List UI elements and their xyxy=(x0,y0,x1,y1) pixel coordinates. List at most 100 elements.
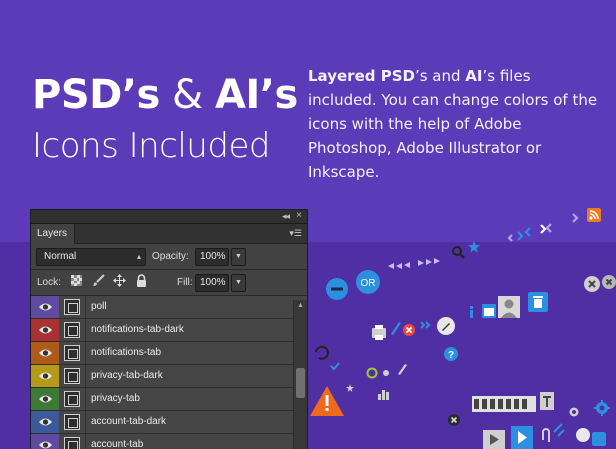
chart-icon xyxy=(378,390,389,400)
edit-icon xyxy=(437,317,455,335)
gear-small-icon xyxy=(569,407,579,417)
svg-text:?: ? xyxy=(448,350,454,361)
layer-name: notifications-tab-dark xyxy=(91,324,184,335)
divider xyxy=(85,296,86,318)
chevron-icons xyxy=(507,213,579,242)
lock-image-pixels-brush-icon[interactable] xyxy=(91,273,105,287)
close-circle-icon xyxy=(584,276,600,292)
gear-icon xyxy=(594,400,610,416)
pencil-icon xyxy=(391,322,401,335)
bag-icon xyxy=(592,432,606,446)
blend-mode-select[interactable]: Normal ▴ xyxy=(36,248,146,266)
layer-thumbnail-icon xyxy=(64,299,80,315)
close-circle-icon xyxy=(602,275,616,289)
layer-name: privacy-tab xyxy=(91,393,140,404)
layer-thumbnail-icon xyxy=(64,391,80,407)
fill-label: Fill: xyxy=(177,277,193,288)
lock-label: Lock: xyxy=(37,277,61,288)
layer-row[interactable]: account-tab xyxy=(31,434,307,449)
star-small-icon xyxy=(346,384,354,392)
divider xyxy=(85,319,86,341)
layer-name: privacy-tab-dark xyxy=(91,370,163,381)
visibility-eye-icon[interactable] xyxy=(38,301,53,313)
or-badge: OR xyxy=(356,270,380,294)
description-text-1: ’s and xyxy=(414,67,466,85)
divider xyxy=(85,411,86,433)
layer-row[interactable]: notifications-tab-dark xyxy=(31,319,307,342)
panel-tab-bar: Layers ▾☰ xyxy=(31,224,307,244)
headline-ai: AI’s xyxy=(214,72,298,118)
or-badge-label: OR xyxy=(361,278,376,289)
layer-name: poll xyxy=(91,301,107,312)
help-icon: ? xyxy=(444,347,458,361)
text-icon xyxy=(540,392,554,410)
warning-icon xyxy=(310,386,344,416)
blend-row: Normal ▴ Opacity: 100% ▼ xyxy=(31,244,307,269)
description-bold-ai: AI xyxy=(465,67,483,85)
tab-layers[interactable]: Layers xyxy=(31,224,75,244)
visibility-eye-icon[interactable] xyxy=(38,324,53,336)
layer-thumbnail-icon xyxy=(64,414,80,430)
visibility-eye-icon[interactable] xyxy=(38,439,53,449)
visibility-eye-icon[interactable] xyxy=(38,416,53,428)
link-icon xyxy=(553,423,565,437)
blend-mode-value: Normal xyxy=(44,251,77,262)
opacity-field[interactable]: 100% xyxy=(195,248,229,266)
layer-name: notifications-tab xyxy=(91,347,162,358)
minus-circle-icon xyxy=(326,278,348,300)
opacity-value: 100% xyxy=(200,251,226,262)
info-icon xyxy=(470,306,473,318)
close-small-icon xyxy=(403,324,415,336)
lock-all-icon[interactable] xyxy=(134,273,148,287)
fill-value: 100% xyxy=(200,277,226,288)
star-icon xyxy=(468,241,480,253)
rss-icon xyxy=(587,208,601,222)
play-icon xyxy=(483,430,505,449)
divider xyxy=(85,434,86,449)
panel-title-bar: ◂◂ × xyxy=(31,210,307,224)
layer-name: account-tab xyxy=(91,439,144,449)
layer-row[interactable]: privacy-tab-dark xyxy=(31,365,307,388)
close-circle-icon xyxy=(448,414,460,426)
layer-thumbnail-icon xyxy=(64,345,80,361)
updown-arrow-icon: ▴ xyxy=(136,252,141,261)
play-icon xyxy=(511,426,533,449)
layer-row[interactable]: account-tab-dark xyxy=(31,411,307,434)
headline-line-2: Icons Included xyxy=(32,126,270,166)
double-chevron-icon xyxy=(420,321,431,329)
user-avatar-icon xyxy=(498,296,520,318)
headline-psd: PSD’s xyxy=(32,72,160,118)
pencil-small-icon xyxy=(398,364,407,375)
layer-thumbnail-icon xyxy=(64,437,80,449)
dotted-arrows-icon xyxy=(388,258,440,269)
attachment-icon xyxy=(542,428,550,442)
visibility-eye-icon[interactable] xyxy=(38,393,53,405)
visibility-eye-icon[interactable] xyxy=(38,347,53,359)
calendar-icon xyxy=(482,304,496,318)
search-icon xyxy=(452,246,465,259)
circle-icon xyxy=(576,428,590,442)
fill-dropdown-button[interactable]: ▼ xyxy=(231,274,246,292)
fill-field[interactable]: 100% xyxy=(195,274,229,292)
trash-icon xyxy=(528,292,548,312)
description: Layered PSD’s and AI’s files included. Y… xyxy=(308,64,598,184)
print-icon xyxy=(372,325,386,340)
lock-row: Lock: Fill: 100% ▼ xyxy=(31,270,307,295)
headline-ampersand: & xyxy=(159,72,215,118)
circle-outline-icon xyxy=(366,367,378,379)
lock-transparent-pixels-icon[interactable] xyxy=(69,273,83,287)
layer-row[interactable]: poll xyxy=(31,296,307,319)
lock-position-move-icon[interactable] xyxy=(112,273,126,287)
opacity-dropdown-button[interactable]: ▼ xyxy=(231,248,246,266)
collapse-panel-icon[interactable]: ◂◂ xyxy=(282,211,290,222)
layer-row[interactable]: privacy-tab xyxy=(31,388,307,411)
layer-row[interactable]: notifications-tab xyxy=(31,342,307,365)
icon-cloud: OR ? xyxy=(310,208,616,449)
bullet-icon xyxy=(383,370,389,376)
layers-panel: ◂◂ × Layers ▾☰ Normal ▴ Opacity: 100% ▼ … xyxy=(30,209,308,449)
divider xyxy=(85,365,86,387)
headline-line-1: PSD’s & AI’s xyxy=(32,72,302,118)
layer-list: poll notifications-tab-dark notifications-… xyxy=(31,296,307,449)
visibility-eye-icon[interactable] xyxy=(38,370,53,382)
toolbar-strip-icon xyxy=(472,396,536,412)
